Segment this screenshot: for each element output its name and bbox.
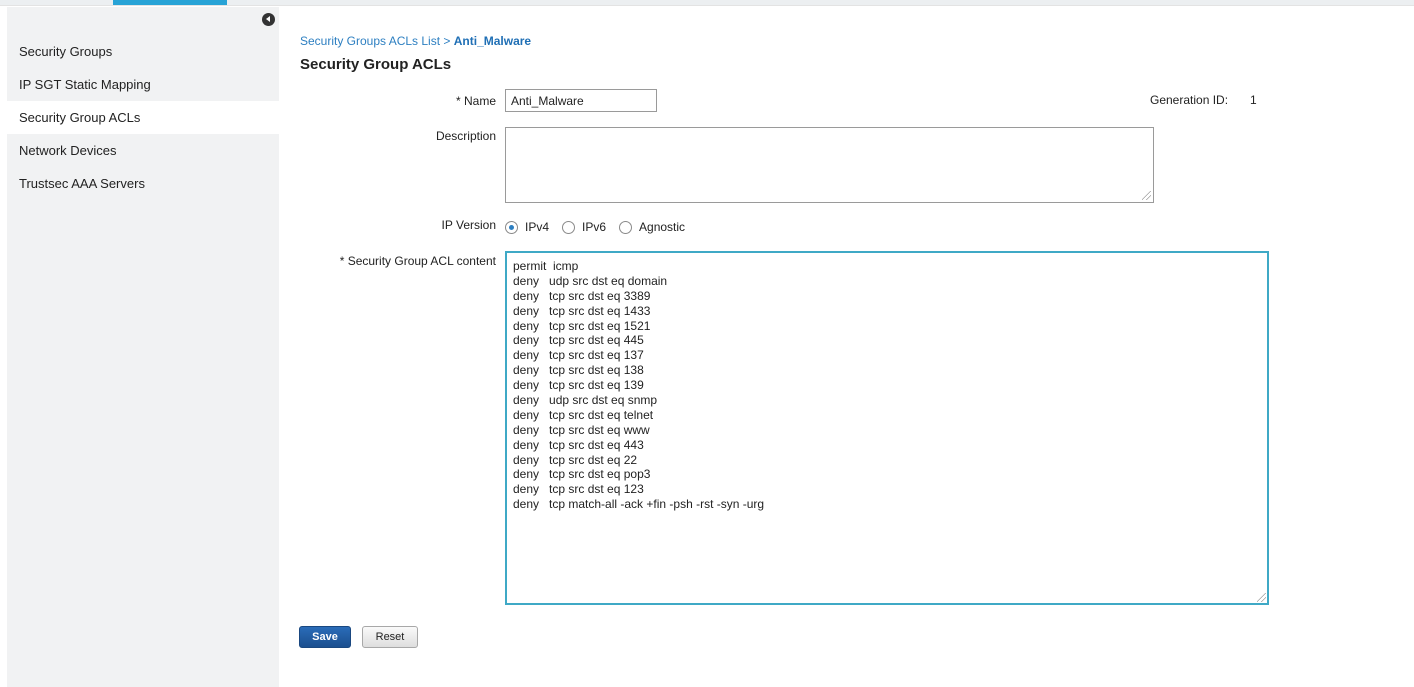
agnostic-label: Agnostic bbox=[639, 220, 686, 234]
acl-line: deny tcp src dst eq 137 bbox=[513, 348, 644, 363]
ipv6-radio[interactable] bbox=[562, 220, 576, 234]
ipv6-label: IPv6 bbox=[582, 220, 607, 234]
ipv4-label: IPv4 bbox=[525, 220, 550, 234]
ipv4-radio[interactable] bbox=[505, 220, 518, 234]
acl-line: deny udp src dst eq domain bbox=[513, 273, 668, 288]
generation-id-label: Generation ID: bbox=[1150, 93, 1229, 107]
acl-line: permit icmp bbox=[513, 259, 579, 273]
acl-line: deny tcp src dst eq telnet bbox=[513, 407, 654, 422]
acl-line: deny tcp src dst eq 139 bbox=[513, 378, 644, 393]
description-field[interactable] bbox=[505, 127, 1154, 203]
agnostic-radio[interactable] bbox=[619, 220, 633, 234]
ip-version-option-ipv6[interactable]: IPv6 bbox=[562, 220, 606, 234]
breadcrumb-current: Anti_Malware bbox=[453, 34, 532, 48]
sidebar: Security Groups IP SGT Static Mapping Se… bbox=[7, 7, 279, 687]
name-label: * Name bbox=[455, 94, 496, 108]
acl-content-label: * Security Group ACL content bbox=[339, 254, 496, 268]
acl-content-field[interactable]: permit icmp deny udp src dst eq domain den… bbox=[505, 251, 1269, 605]
acl-line: deny tcp src dst eq 3389 bbox=[513, 288, 651, 303]
sidebar-item-trustsec-aaa-servers[interactable]: Trustsec AAA Servers bbox=[7, 167, 279, 200]
acl-line: deny tcp src dst eq 138 bbox=[513, 363, 644, 378]
sidebar-item-security-groups[interactable]: Security Groups bbox=[7, 35, 279, 68]
ip-version-radio-group: IPv4 IPv6 Agnostic bbox=[505, 219, 698, 235]
sidebar-item-ip-sgt-static-mapping[interactable]: IP SGT Static Mapping bbox=[7, 68, 279, 101]
ip-version-label: IP Version bbox=[441, 218, 496, 232]
ip-version-option-agnostic[interactable]: Agnostic bbox=[619, 220, 685, 234]
page-title: Security Group ACLs bbox=[300, 56, 452, 73]
generation-id-value: 1 bbox=[1250, 93, 1257, 107]
name-input[interactable] bbox=[505, 89, 657, 112]
acl-line: deny tcp match-all -ack +fin -psh -rst -… bbox=[513, 497, 765, 512]
acl-line: deny tcp src dst eq 123 bbox=[513, 482, 644, 497]
description-resize-handle[interactable] bbox=[1142, 191, 1151, 200]
acl-line: deny tcp src dst eq 1433 bbox=[513, 303, 651, 318]
acl-line: deny tcp src dst eq 22 bbox=[513, 452, 638, 467]
sidebar-item-security-group-acls[interactable]: Security Group ACLs bbox=[7, 101, 279, 134]
collapse-sidebar-icon[interactable] bbox=[262, 13, 275, 26]
acl-line: deny tcp src dst eq pop3 bbox=[513, 467, 651, 482]
sidebar-item-network-devices[interactable]: Network Devices bbox=[7, 134, 279, 167]
acl-line: deny tcp src dst eq 443 bbox=[513, 437, 644, 452]
active-tab-indicator bbox=[113, 0, 227, 5]
acl-line: deny udp src dst eq snmp bbox=[513, 393, 658, 408]
reset-button[interactable]: Reset bbox=[362, 626, 418, 648]
breadcrumb-parent-link[interactable]: Security Groups ACLs List bbox=[300, 34, 440, 48]
ip-version-option-ipv4[interactable]: IPv4 bbox=[505, 220, 549, 234]
save-button[interactable]: Save bbox=[299, 626, 351, 648]
acl-line: deny tcp src dst eq www bbox=[513, 422, 650, 437]
sidebar-nav: Security Groups IP SGT Static Mapping Se… bbox=[7, 35, 279, 200]
acl-content-resize-handle[interactable] bbox=[1257, 593, 1266, 602]
breadcrumb: Security Groups ACLs List > Anti_Malware bbox=[300, 34, 531, 48]
acl-line: deny tcp src dst eq 445 bbox=[513, 333, 644, 348]
acl-line: deny tcp src dst eq 1521 bbox=[513, 318, 651, 333]
description-label: Description bbox=[435, 129, 496, 143]
breadcrumb-separator: > bbox=[440, 34, 454, 48]
